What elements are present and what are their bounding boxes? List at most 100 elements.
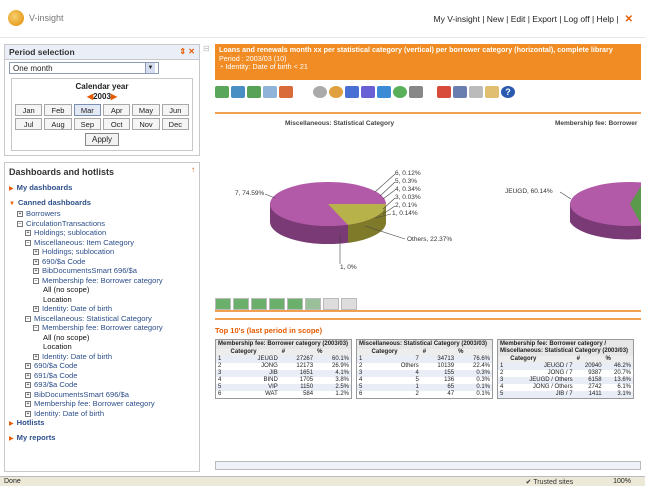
collapse-arrow-icon[interactable]: ▼ (9, 201, 15, 207)
zoom-level[interactable]: 100% (613, 478, 631, 485)
expand-box-icon[interactable]: + (33, 268, 39, 274)
chart-tool-icon[interactable] (233, 298, 249, 310)
panel-pin-icon[interactable]: ↑ (191, 165, 195, 174)
table-row[interactable]: 4 5 136 0.3% (357, 377, 492, 384)
panel-controls-icon[interactable]: ⇕ ✕ (179, 47, 195, 56)
table-row[interactable]: 2 JONG / 7 9387 20.7% (498, 370, 633, 377)
tree-item[interactable]: 691/$a Code (34, 371, 78, 380)
toolbar-icon[interactable] (313, 86, 327, 98)
table-row[interactable]: 3 4 155 0.3% (357, 370, 492, 377)
tree-item[interactable]: Membership fee: Borrower category (34, 399, 155, 408)
table-row[interactable]: 1 JEUGD 27267 60.1% (216, 356, 351, 363)
chart-tool-icon[interactable] (251, 298, 267, 310)
tree-item[interactable]: Identity: Date of birth (42, 304, 112, 313)
tree-item[interactable]: Location (43, 295, 72, 304)
grid-icon[interactable] (469, 86, 483, 98)
tree-item[interactable]: Miscellaneous: Statistical Category (34, 314, 152, 323)
table-row[interactable]: 2 JONG 12173 26.9% (216, 363, 351, 370)
print-icon[interactable] (409, 86, 423, 98)
table-row[interactable]: 6 2 47 0.1% (357, 391, 492, 398)
chart-tool-icon[interactable] (287, 298, 303, 310)
tree-item[interactable]: 690/$a Code (34, 361, 78, 370)
collapse-box-icon[interactable]: − (33, 277, 39, 284)
chart-tool-icon[interactable] (269, 298, 285, 310)
collapse-box-icon[interactable]: − (25, 239, 31, 246)
bar-chart-icon[interactable] (345, 86, 359, 98)
toolbar-icon[interactable] (231, 86, 245, 98)
tree-item[interactable]: 690/$a Code (42, 257, 86, 266)
frame-icon[interactable] (485, 86, 499, 98)
table-row[interactable]: 5 JIB / 7 1411 3.1% (498, 391, 633, 398)
expand-box-icon[interactable]: + (25, 391, 31, 398)
expand-box-icon[interactable]: + (33, 353, 39, 360)
help-icon[interactable]: ? (501, 86, 515, 98)
next-year-icon[interactable]: ▶ (111, 92, 117, 101)
expand-box-icon[interactable]: + (25, 382, 31, 388)
toolbar-icon[interactable] (263, 86, 277, 98)
expand-box-icon[interactable]: + (33, 258, 39, 265)
tree-item-reports[interactable]: My reports (17, 433, 56, 442)
expand-box-icon[interactable]: + (25, 372, 31, 379)
month-nov[interactable]: Nov (132, 118, 160, 130)
month-sep[interactable]: Sep (73, 118, 101, 130)
top-nav-links[interactable]: My V-insight | New | Edit | Export | Log… (434, 14, 619, 24)
table-row[interactable]: 2 Others 10139 22.4% (357, 363, 492, 370)
expand-arrow-icon[interactable]: ▶ (9, 436, 14, 442)
tree-item-canned[interactable]: Canned dashboards (18, 198, 91, 207)
tree-item[interactable]: All (no scope) (43, 285, 89, 294)
tree-item-my-dashboards[interactable]: My dashboards (17, 183, 73, 192)
month-apr[interactable]: Apr (103, 104, 131, 116)
month-mar[interactable]: Mar (73, 104, 101, 116)
collapse-sidebar-icon[interactable]: ⊟ (203, 44, 211, 56)
table-row[interactable]: 4 JONG / Others 2742 6.1% (498, 384, 633, 391)
expand-box-icon[interactable]: + (33, 249, 39, 255)
table-row[interactable]: 1 7 34713 76.6% (357, 356, 492, 363)
refresh-icon[interactable] (393, 86, 407, 98)
collapse-box-icon[interactable]: − (33, 325, 39, 331)
tree-item[interactable]: Borrowers (26, 209, 61, 218)
apply-button[interactable]: Apply (84, 133, 119, 146)
table-row[interactable]: 5 VIP 1150 2.5% (216, 384, 351, 391)
expand-box-icon[interactable]: + (25, 401, 31, 407)
tree-item[interactable]: Membership fee: Borrower category (42, 323, 163, 332)
tree-item[interactable]: BibDocumentsSmart 696/$a (42, 266, 137, 275)
chart-tool-icon[interactable] (215, 298, 231, 310)
expand-box-icon[interactable]: + (17, 211, 23, 217)
expand-box-icon[interactable]: + (33, 306, 39, 312)
horizontal-scrollbar[interactable] (215, 461, 641, 470)
toolbar-icon[interactable] (279, 86, 293, 98)
chevron-down-icon[interactable]: ▼ (145, 63, 155, 73)
month-jul[interactable]: Jul (15, 118, 43, 130)
period-select[interactable]: One month ▼ (9, 62, 159, 74)
tree-item[interactable]: Holdings; sublocation (42, 247, 114, 256)
toolbar-icon[interactable] (215, 86, 229, 98)
close-icon[interactable]: ✕ (625, 14, 633, 25)
tree-item[interactable]: CirculationTransactions (26, 219, 105, 228)
tree-item[interactable]: Identity: Date of birth (42, 352, 112, 361)
month-feb[interactable]: Feb (44, 104, 72, 116)
table-row[interactable]: 3 JIB 1651 4.1% (216, 370, 351, 377)
tree-item[interactable]: BibDocumentsSmart 696/$a (34, 390, 129, 399)
collapse-box-icon[interactable]: − (17, 220, 23, 227)
month-may[interactable]: May (132, 104, 160, 116)
expand-box-icon[interactable]: + (25, 230, 31, 236)
month-oct[interactable]: Oct (103, 118, 131, 130)
tree-item[interactable]: Membership fee: Borrower category (42, 276, 163, 285)
table-row[interactable]: 1 JEUGD / 7 20940 46.2% (498, 363, 633, 370)
table-row[interactable]: 3 JEUGD / Others 6158 13.6% (498, 377, 633, 384)
scissors-icon[interactable] (437, 86, 451, 98)
tree-item[interactable]: Miscellaneous: Item Category (34, 238, 134, 247)
toolbar-icon[interactable] (247, 86, 261, 98)
chart-tool-icon[interactable] (305, 298, 321, 310)
top-nav[interactable]: My V-insight | New | Edit | Export | Log… (434, 14, 633, 25)
month-jun[interactable]: Jun (161, 104, 189, 116)
table-row[interactable]: 6 WAT 584 1.2% (216, 391, 351, 398)
expand-box-icon[interactable]: + (25, 410, 31, 417)
table-row[interactable]: 5 1 65 0.1% (357, 384, 492, 391)
tree-item[interactable]: 693/$a Code (34, 380, 78, 389)
pie-chart-icon[interactable] (329, 86, 343, 98)
expand-arrow-icon[interactable]: ▶ (9, 421, 14, 427)
month-jan[interactable]: Jan (15, 104, 43, 116)
tree-item-hotlists[interactable]: Hotlists (17, 418, 45, 427)
chart-tool-icon[interactable] (341, 298, 357, 310)
